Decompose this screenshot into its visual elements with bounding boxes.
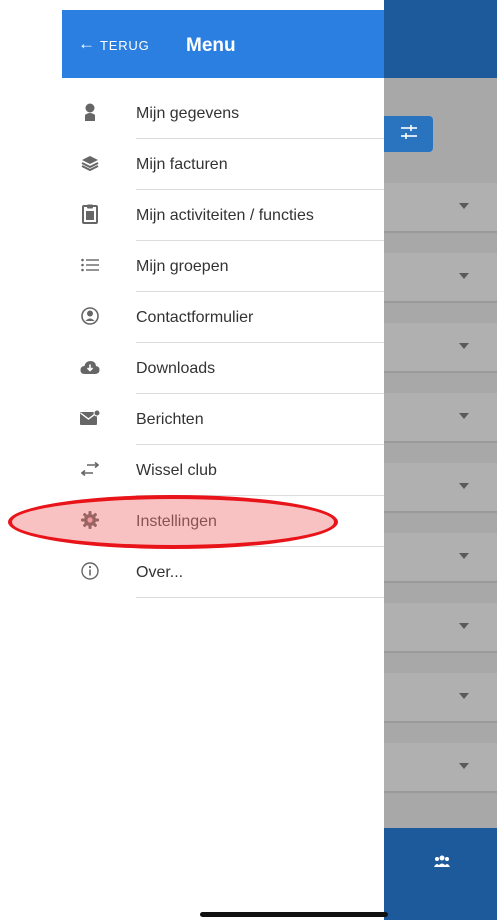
mail-icon xyxy=(80,408,100,428)
caret-down-icon xyxy=(459,693,469,699)
background-dropdown[interactable] xyxy=(384,323,497,373)
caret-down-icon xyxy=(459,763,469,769)
menu-item-label: Mijn facturen xyxy=(136,156,228,173)
background-top-bar xyxy=(384,0,497,78)
menu-item-over[interactable]: Over... xyxy=(62,547,384,598)
filter-button[interactable] xyxy=(384,116,433,152)
home-indicator xyxy=(200,912,388,917)
caret-down-icon xyxy=(459,483,469,489)
caret-down-icon xyxy=(459,203,469,209)
background-dropdown[interactable] xyxy=(384,673,497,723)
divider xyxy=(136,597,384,598)
contact-circle-icon xyxy=(80,306,100,326)
info-icon xyxy=(80,561,100,581)
menu-item-label: Contactformulier xyxy=(136,309,254,326)
clipboard-icon xyxy=(80,204,100,224)
menu-item-label: Mijn groepen xyxy=(136,258,229,275)
group-icon[interactable] xyxy=(434,854,450,872)
menu-title: Menu xyxy=(186,35,236,56)
menu-item-label: Over... xyxy=(136,564,184,581)
caret-down-icon xyxy=(459,343,469,349)
background-dropdown[interactable] xyxy=(384,393,497,443)
menu-item-mijn-facturen[interactable]: Mijn facturen xyxy=(62,139,384,190)
menu-item-label: Mijn gegevens xyxy=(136,105,240,122)
menu-item-berichten[interactable]: Berichten xyxy=(62,394,384,445)
drawer-header: ← TERUG Menu xyxy=(62,10,384,78)
background-dropdown[interactable] xyxy=(384,603,497,653)
menu-item-label: Berichten xyxy=(136,411,204,428)
list-icon xyxy=(80,255,100,275)
menu-item-label: Wissel club xyxy=(136,462,217,479)
back-button[interactable]: TERUG xyxy=(100,38,150,53)
menu-item-wissel-club[interactable]: Wissel club xyxy=(62,445,384,496)
menu-item-mijn-gegevens[interactable]: Mijn gegevens xyxy=(62,88,384,139)
layers-icon xyxy=(80,153,100,173)
menu-item-mijn-activiteiten[interactable]: Mijn activiteiten / functies xyxy=(62,190,384,241)
swap-icon xyxy=(80,459,100,479)
caret-down-icon xyxy=(459,623,469,629)
background-app xyxy=(384,0,497,920)
caret-down-icon xyxy=(459,413,469,419)
left-margin xyxy=(0,0,62,920)
menu-item-label: Mijn activiteiten / functies xyxy=(136,207,314,224)
menu-item-label: Downloads xyxy=(136,360,216,377)
menu-item-downloads[interactable]: Downloads xyxy=(62,343,384,394)
back-arrow-icon[interactable]: ← xyxy=(78,35,95,52)
caret-down-icon xyxy=(459,273,469,279)
menu-item-mijn-groepen[interactable]: Mijn groepen xyxy=(62,241,384,292)
sliders-icon xyxy=(400,124,418,145)
menu-item-contactformulier[interactable]: Contactformulier xyxy=(62,292,384,343)
background-dropdown[interactable] xyxy=(384,463,497,513)
person-icon xyxy=(80,102,100,122)
background-dropdown[interactable] xyxy=(384,533,497,583)
background-dropdown[interactable] xyxy=(384,253,497,303)
cloud-download-icon xyxy=(80,357,100,377)
background-bottom-bar xyxy=(384,828,497,920)
highlight-annotation xyxy=(8,495,338,549)
background-dropdown[interactable] xyxy=(384,743,497,793)
background-dropdown[interactable] xyxy=(384,183,497,233)
caret-down-icon xyxy=(459,553,469,559)
navigation-drawer: ← TERUG Menu Mijn gegevens Mijn facturen… xyxy=(62,10,384,920)
